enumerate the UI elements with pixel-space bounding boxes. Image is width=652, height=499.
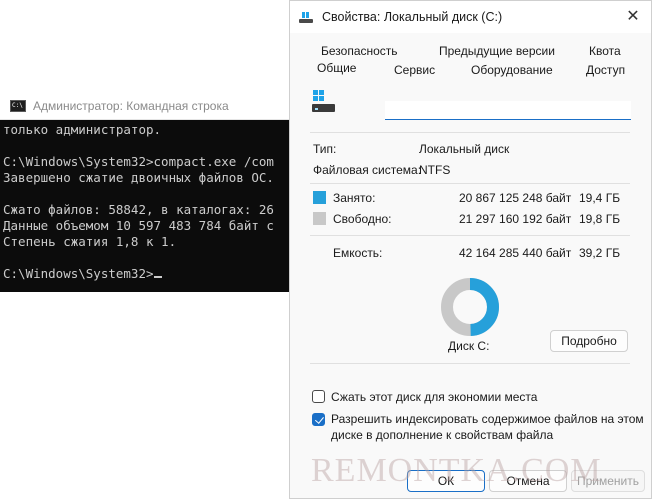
tab-general[interactable]: Общие bbox=[317, 61, 356, 75]
used-color-swatch bbox=[313, 191, 326, 204]
tab-quota[interactable]: Квота bbox=[589, 44, 621, 58]
tab-access[interactable]: Доступ bbox=[586, 63, 625, 77]
index-label-line2[interactable]: диске в дополнение к свойствам файла bbox=[331, 428, 553, 442]
capacity-gb: 39,2 ГБ bbox=[579, 246, 621, 260]
cmd-line bbox=[3, 250, 292, 266]
type-label: Тип: bbox=[313, 142, 337, 156]
index-checkbox[interactable] bbox=[312, 413, 325, 426]
index-label-line1[interactable]: Разрешить индексировать содержимое файло… bbox=[331, 412, 644, 426]
cmd-cursor bbox=[153, 276, 162, 278]
cmd-line: только администратор. bbox=[3, 122, 162, 137]
free-bytes: 21 297 160 192 байт bbox=[459, 212, 572, 226]
cmd-line: C:\Windows\System32>compact.exe /com bbox=[3, 154, 274, 169]
tab-service[interactable]: Сервис bbox=[394, 63, 435, 77]
drive-large-icon bbox=[312, 90, 336, 114]
apply-button[interactable]: Применить bbox=[571, 470, 645, 492]
drive-icon bbox=[299, 11, 313, 23]
cmd-line bbox=[3, 138, 292, 154]
cmd-line: Данные объемом 10 597 483 784 байт с bbox=[3, 218, 274, 233]
disk-usage-donut bbox=[441, 278, 499, 336]
cmd-prompt-line: C:\Windows\System32> bbox=[3, 266, 292, 282]
used-bytes: 20 867 125 248 байт bbox=[459, 191, 572, 205]
tab-hardware[interactable]: Оборудование bbox=[471, 63, 553, 77]
tab-strip: Безопасность Предыдущие версии Квота Общ… bbox=[290, 41, 651, 81]
used-gb: 19,4 ГБ bbox=[579, 191, 621, 205]
cancel-button[interactable]: Отмена bbox=[489, 470, 567, 492]
filesystem-value: NTFS bbox=[419, 163, 451, 177]
close-icon[interactable]: ✕ bbox=[623, 7, 643, 27]
filesystem-label: Файловая система: bbox=[313, 163, 422, 177]
cmd-line: Сжато файлов: 58842, в каталогах: 26 bbox=[3, 202, 274, 217]
separator bbox=[310, 235, 630, 236]
dialog-titlebar[interactable]: Свойства: Локальный диск (C:) ✕ bbox=[290, 1, 651, 33]
disk-label: Диск C: bbox=[448, 339, 490, 353]
free-color-swatch bbox=[313, 212, 326, 225]
ok-button[interactable]: ОК bbox=[407, 470, 485, 492]
type-value: Локальный диск bbox=[419, 142, 510, 156]
cmd-line: Степень сжатия 1,8 к 1. bbox=[3, 234, 177, 249]
dialog-title: Свойства: Локальный диск (C:) bbox=[322, 10, 503, 24]
cmd-window: C:\ Администратор: Командная строка толь… bbox=[0, 92, 292, 292]
free-gb: 19,8 ГБ bbox=[579, 212, 621, 226]
properties-dialog: Свойства: Локальный диск (C:) ✕ Безопасн… bbox=[289, 0, 652, 499]
separator bbox=[310, 363, 630, 364]
cmd-output[interactable]: только администратор. C:\Windows\System3… bbox=[0, 120, 292, 282]
drive-name-input[interactable] bbox=[385, 101, 631, 120]
capacity-label: Емкость: bbox=[333, 246, 383, 260]
used-label: Занято: bbox=[333, 191, 376, 205]
tab-previous-versions[interactable]: Предыдущие версии bbox=[439, 44, 555, 58]
cmd-line: Завершено сжатие двоичных файлов ОС. bbox=[3, 170, 274, 185]
separator bbox=[310, 183, 630, 184]
cmd-icon: C:\ bbox=[10, 99, 26, 112]
details-button[interactable]: Подробно bbox=[550, 330, 628, 352]
cmd-title: Администратор: Командная строка bbox=[33, 98, 229, 113]
capacity-bytes: 42 164 285 440 байт bbox=[459, 246, 572, 260]
cmd-line bbox=[3, 186, 292, 202]
cmd-prompt: C:\Windows\System32> bbox=[3, 266, 154, 281]
compress-checkbox[interactable] bbox=[312, 390, 325, 403]
free-label: Свободно: bbox=[333, 212, 392, 226]
cmd-titlebar[interactable]: C:\ Администратор: Командная строка bbox=[0, 92, 292, 120]
compress-label[interactable]: Сжать этот диск для экономии места bbox=[331, 390, 537, 404]
separator bbox=[310, 132, 630, 133]
tab-security[interactable]: Безопасность bbox=[321, 44, 398, 58]
